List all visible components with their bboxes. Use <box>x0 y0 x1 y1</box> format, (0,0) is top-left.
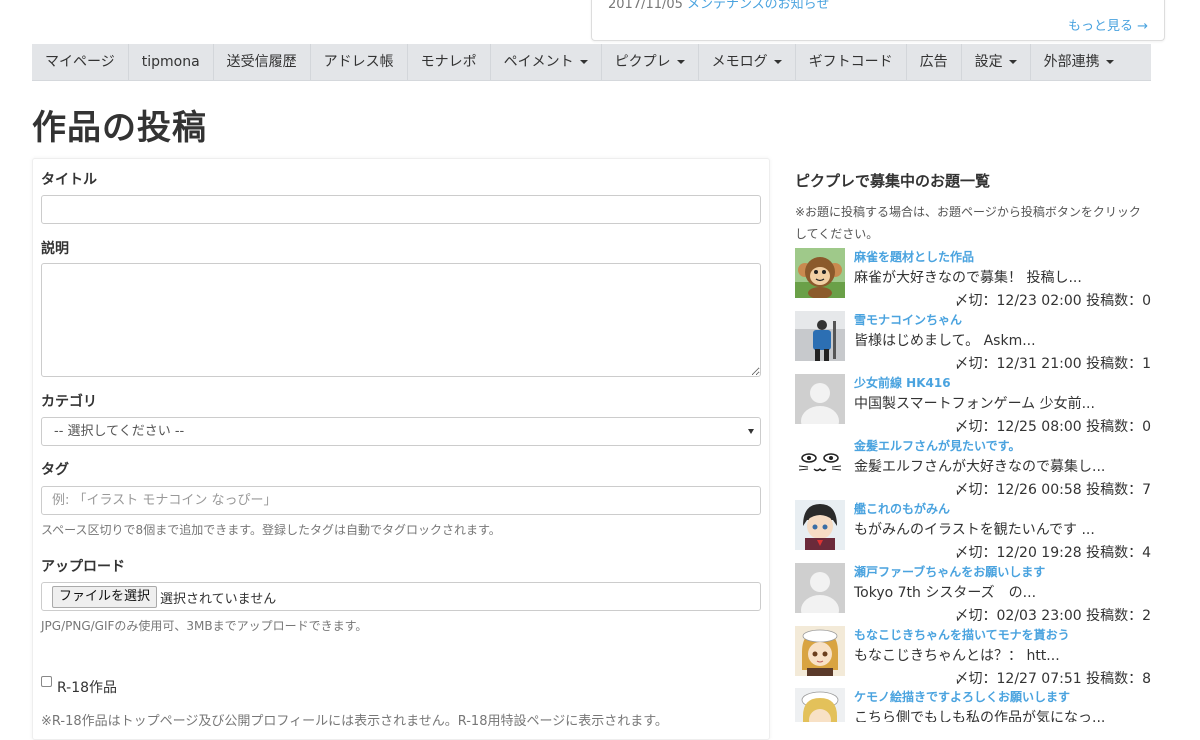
r18-checkbox[interactable] <box>41 676 52 687</box>
dropdown-arrow-icon <box>748 429 754 434</box>
news-panel: 2017/11/05 メンテナンスのお知らせ もっと見る → <box>591 0 1165 41</box>
r18-note: ※R-18作品はトップページ及び公開プロフィールには表示されません。R-18用特… <box>41 714 668 729</box>
news-link[interactable]: メンテナンスのお知らせ <box>687 0 829 12</box>
topic-description: 麻雀が大好きなので募集！ 投稿し... <box>854 270 1082 286</box>
topics-title: ピクプレで募集中のお題一覧 <box>795 172 991 190</box>
nav-item-address-book[interactable]: アドレス帳 <box>311 44 408 80</box>
topic-item[interactable]: 麻雀を題材とした作品 麻雀が大好きなので募集！ 投稿し... 〆切：12/23 … <box>795 248 1151 311</box>
topic-description: もがみんのイラストを観たいんです ... <box>854 522 1095 538</box>
topic-item[interactable]: 金髪エルフさんが見たいです。 金髪エルフさんが大好きなので募集し... 〆切：1… <box>795 437 1151 500</box>
nav-item-ads[interactable]: 広告 <box>907 44 962 80</box>
nav-item-mypage[interactable]: マイページ <box>32 44 129 80</box>
nav-item-label: モナレポ <box>420 54 477 70</box>
nav-item-payment[interactable]: ペイメント <box>491 44 602 80</box>
caret-down-icon <box>1008 60 1017 64</box>
default-avatar-icon[interactable] <box>795 563 845 613</box>
file-upload-field[interactable]: ファイルを選択 選択されていません <box>41 582 761 611</box>
topic-description: 金髪エルフさんが大好きなので募集し... <box>854 459 1106 475</box>
caret-down-icon <box>1105 60 1114 64</box>
topic-meta: 〆切：12/20 19:28 投稿数：4 <box>954 545 1152 561</box>
topics-note: ※お題に投稿する場合は、お題ページから投稿ボタンをクリックしてください。 <box>795 205 1141 241</box>
caret-down-icon <box>579 60 588 64</box>
topic-item[interactable]: 瀬戸ファーブちゃんをお願いします Tokyo 7th シスターズ の... 〆切… <box>795 563 1151 626</box>
tag-label: タグ <box>41 462 69 478</box>
caret-down-icon <box>773 60 782 64</box>
choose-file-button[interactable]: ファイルを選択 <box>52 586 158 608</box>
tag-input[interactable] <box>41 486 761 515</box>
nav-item-tipmona[interactable]: tipmona <box>129 44 214 80</box>
topic-title[interactable]: 金髪エルフさんが見たいです。 <box>854 437 1020 454</box>
monkey-avatar-icon[interactable] <box>795 248 845 298</box>
post-form: タイトル 説明 カテゴリ -- 選択してください -- タグ スペース区切りで8… <box>32 158 770 740</box>
file-status-text: 選択されていません <box>160 592 277 607</box>
nav-item-label: メモログ <box>711 54 768 70</box>
main-navbar: マイページ tipmona 送受信履歴 アドレス帳 モナレポ ペイメント ピクプ… <box>32 44 1151 81</box>
topic-item[interactable]: 雪モナコインちゃん 皆様はじめまして。 Askm... 〆切：12/31 21:… <box>795 311 1151 374</box>
title-input[interactable] <box>41 195 761 224</box>
topic-title[interactable]: 瀬戸ファーブちゃんをお願いします <box>854 563 1045 580</box>
category-select[interactable]: -- 選択してください -- <box>41 417 761 446</box>
topic-description: 皆様はじめまして。 Askm... <box>854 333 1036 349</box>
nav-item-label: アドレス帳 <box>323 54 394 70</box>
topic-item[interactable]: 艦これのもがみん もがみんのイラストを観たいんです ... 〆切：12/20 1… <box>795 500 1151 563</box>
topic-title[interactable]: ケモノ絵描きですよろしくお願いします <box>854 688 1070 705</box>
nav-item-memolog[interactable]: メモログ <box>699 44 796 80</box>
photo-person-avatar-icon[interactable] <box>795 311 845 361</box>
topic-item[interactable]: 少女前線 HK416 中国製スマートフォンゲーム 少女前... 〆切：12/25… <box>795 374 1151 437</box>
description-label: 説明 <box>41 241 69 257</box>
anime-boy-avatar-icon[interactable] <box>795 500 845 550</box>
anime-girl-avatar-icon[interactable] <box>795 626 845 676</box>
topic-title[interactable]: もなこじきちゃんを描いてモナを貰おう <box>854 626 1070 643</box>
topic-description: こちら側でもしも私の作品が気になっ... <box>854 710 1106 722</box>
topic-meta: 〆切：12/27 07:51 投稿数：8 <box>954 671 1152 687</box>
nav-item-label: 外部連携 <box>1043 54 1100 70</box>
topic-title[interactable]: 少女前線 HK416 <box>854 374 951 391</box>
topic-meta: 〆切：12/25 08:00 投稿数：0 <box>954 419 1152 435</box>
topic-meta: 〆切：02/03 23:00 投稿数：2 <box>954 608 1152 624</box>
nav-item-monarepo[interactable]: モナレポ <box>408 44 491 80</box>
default-avatar-icon[interactable] <box>795 374 845 424</box>
topic-title[interactable]: 雪モナコインちゃん <box>854 311 962 328</box>
nav-item-label: 設定 <box>974 54 1003 70</box>
nav-item-integrations[interactable]: 外部連携 <box>1031 44 1127 80</box>
topic-meta: 〆切：12/23 02:00 投稿数：0 <box>954 293 1152 309</box>
description-textarea[interactable] <box>41 263 761 377</box>
anime-girl-avatar-icon[interactable] <box>795 688 845 722</box>
category-label: カテゴリ <box>41 394 97 410</box>
nav-item-label: tipmona <box>141 54 200 70</box>
topic-description: Tokyo 7th シスターズ の... <box>854 585 1037 601</box>
page-title: 作品の投稿 <box>32 108 207 148</box>
nav-item-label: ペイメント <box>503 54 574 70</box>
nav-item-label: 送受信履歴 <box>226 54 297 70</box>
nav-item-label: 広告 <box>919 54 948 70</box>
topic-meta: 〆切：12/31 21:00 投稿数：1 <box>954 356 1152 372</box>
nav-item-giftcode[interactable]: ギフトコード <box>796 44 907 80</box>
nav-item-label: マイページ <box>45 54 115 70</box>
nav-item-history[interactable]: 送受信履歴 <box>214 44 311 80</box>
upload-label: アップロード <box>41 559 125 575</box>
title-label: タイトル <box>41 172 97 188</box>
topic-meta: 〆切：12/26 00:58 投稿数：7 <box>954 482 1152 498</box>
r18-label: R-18作品 <box>57 680 118 696</box>
topic-title[interactable]: 艦これのもがみん <box>854 500 950 517</box>
topic-item[interactable]: もなこじきちゃんを描いてモナを貰おう もなこじきちゃんとは？： htt... 〆… <box>795 626 1151 689</box>
nav-item-label: ギフトコード <box>808 54 893 70</box>
nav-item-pikupure[interactable]: ピクプレ <box>602 44 699 80</box>
upload-help-text: JPG/PNG/GIFのみ使用可、3MBまでアップロードできます。 <box>41 619 368 633</box>
topic-item[interactable]: ケモノ絵描きですよろしくお願いします こちら側でもしも私の作品が気になっ... <box>795 688 1151 722</box>
topic-description: 中国製スマートフォンゲーム 少女前... <box>854 396 1095 412</box>
nav-item-label: ピクプレ <box>614 54 671 70</box>
news-row: 2017/11/05 メンテナンスのお知らせ <box>608 0 829 12</box>
cat-face-avatar-icon[interactable] <box>795 437 845 487</box>
topic-description: もなこじきちゃんとは？： htt... <box>854 648 1060 664</box>
category-selected-value: -- 選択してください -- <box>54 424 185 439</box>
caret-down-icon <box>676 60 685 64</box>
tag-help-text: スペース区切りで8個まで追加できます。登録したタグは自動でタグロックされます。 <box>41 523 501 537</box>
news-more-link[interactable]: もっと見る → <box>1068 15 1148 34</box>
topic-title[interactable]: 麻雀を題材とした作品 <box>854 248 974 265</box>
news-date: 2017/11/05 <box>608 0 683 12</box>
nav-item-settings[interactable]: 設定 <box>962 44 1031 80</box>
